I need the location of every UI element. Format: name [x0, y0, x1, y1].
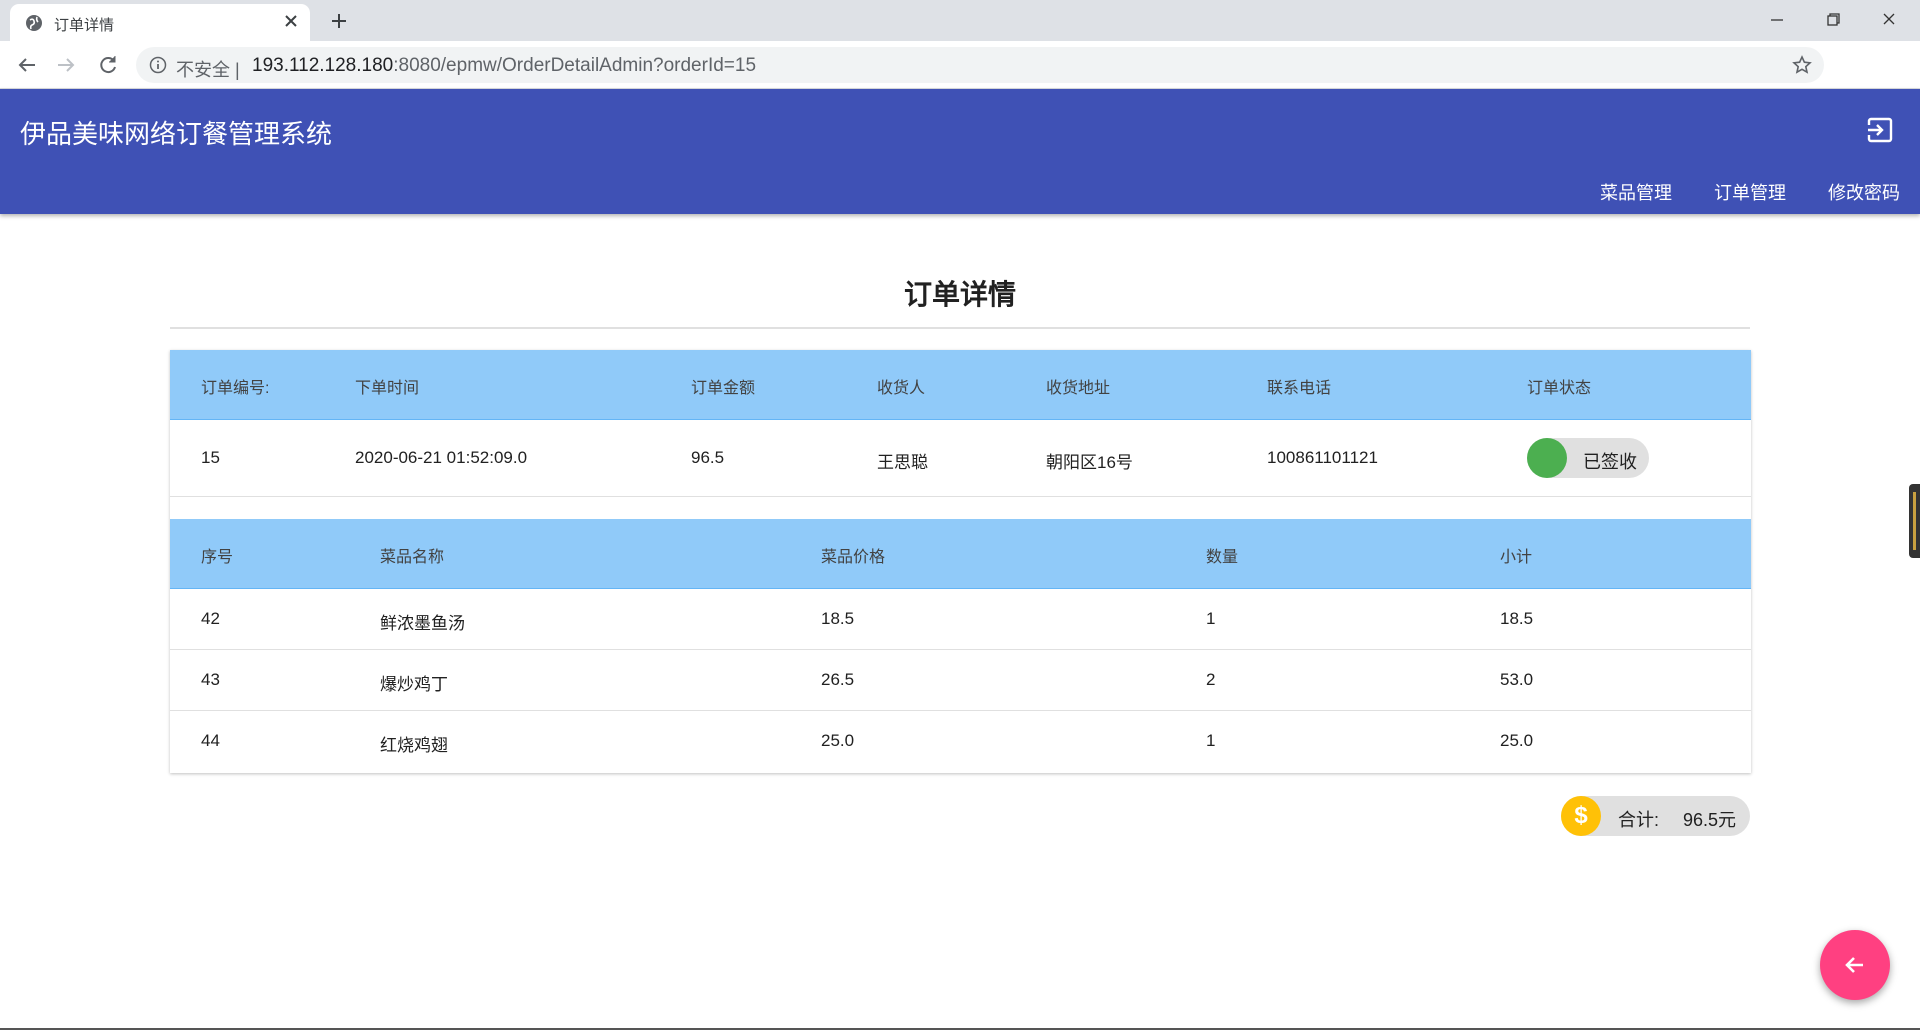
total-badge: $ 合计: 96.5元 — [1561, 796, 1750, 836]
item-subtotal: 25.0 — [1500, 731, 1534, 750]
restore-icon[interactable] — [1810, 6, 1856, 34]
order-amount: 96.5 — [691, 448, 725, 467]
browser-toolbar: 不安全 | 193.112.128.180:8080/epmw/OrderDet… — [0, 41, 1920, 118]
main-nav: 菜品管理 订单管理 修改密码 — [1558, 179, 1900, 205]
item-qty: 1 — [1206, 731, 1216, 750]
forward-arrow-icon[interactable] — [52, 51, 80, 79]
title-divider — [170, 327, 1750, 329]
order-table-header: 订单编号: 下单时间 订单金额 收货人 收货地址 联系电话 订单状态 — [170, 350, 1751, 420]
back-button[interactable] — [1820, 930, 1890, 1000]
browser-tab[interactable]: 订单详情 — [10, 4, 310, 41]
nav-change-password[interactable]: 修改密码 — [1828, 179, 1900, 205]
address-bar[interactable]: 不安全 | 193.112.128.180:8080/epmw/OrderDet… — [136, 47, 1824, 83]
table-row: 44 红烧鸡翅 25.0 1 25.0 — [170, 711, 1751, 773]
order-address: 朝阳区16号 — [1046, 453, 1133, 472]
page-title: 订单详情 — [903, 279, 1016, 310]
globe-icon — [26, 15, 42, 31]
order-id: 15 — [201, 448, 220, 467]
item-seq: 42 — [201, 609, 220, 628]
tab-close-icon[interactable] — [280, 10, 302, 32]
item-name: 爆炒鸡丁 — [380, 675, 448, 694]
item-subtotal: 53.0 — [1500, 670, 1534, 689]
app-header: 伊品美味网络订餐管理系统 菜品管理 订单管理 修改密码 — [0, 89, 1920, 214]
col-order-id: 订单编号: — [201, 380, 270, 397]
item-seq: 44 — [201, 731, 220, 750]
order-detail-card: 订单编号: 下单时间 订单金额 收货人 收货地址 联系电话 订单状态 15 20… — [170, 350, 1751, 773]
col-order-amount: 订单金额 — [691, 380, 756, 397]
status-dot-icon — [1527, 438, 1567, 478]
col-item-qty: 数量 — [1206, 549, 1239, 566]
status-badge: 已签收 — [1527, 438, 1649, 478]
status-label: 已签收 — [1583, 452, 1637, 472]
order-time: 2020-06-21 01:52:09.0 — [355, 448, 528, 467]
reload-icon[interactable] — [94, 51, 122, 79]
dollar-coin-icon: $ — [1561, 796, 1601, 836]
order-receiver: 王思聪 — [877, 453, 928, 472]
url-host: 193.112.128.180 — [252, 55, 394, 76]
logout-icon[interactable] — [1866, 116, 1894, 144]
total-value: 96.5元 — [1683, 810, 1737, 830]
col-item-name: 菜品名称 — [380, 549, 445, 566]
nav-dish-management[interactable]: 菜品管理 — [1600, 179, 1672, 205]
item-name: 鲜浓墨鱼汤 — [380, 614, 465, 633]
col-item-price: 菜品价格 — [821, 549, 886, 566]
item-qty: 2 — [1206, 670, 1216, 689]
item-price: 25.0 — [821, 731, 855, 750]
item-price: 18.5 — [821, 609, 855, 628]
item-seq: 43 — [201, 670, 220, 689]
browser-tab-strip: 订单详情 — [0, 0, 1920, 41]
url-text[interactable]: 193.112.128.180:8080/epmw/OrderDetailAdm… — [252, 55, 756, 77]
app-title: 伊品美味网络订餐管理系统 — [20, 119, 333, 149]
window-close-icon[interactable] — [1866, 6, 1912, 34]
order-row: 15 2020-06-21 01:52:09.0 96.5 王思聪 朝阳区16号… — [170, 420, 1751, 497]
col-phone: 联系电话 — [1267, 380, 1332, 397]
col-item-seq: 序号 — [201, 549, 234, 566]
side-drawer-handle[interactable] — [1909, 484, 1920, 558]
item-name: 红烧鸡翅 — [380, 736, 448, 755]
item-subtotal: 18.5 — [1500, 609, 1534, 628]
minimize-icon[interactable] — [1754, 6, 1800, 34]
back-arrow-icon[interactable] — [13, 51, 41, 79]
col-receiver: 收货人 — [877, 380, 926, 397]
new-tab-plus-icon[interactable] — [325, 7, 353, 35]
col-order-time: 下单时间 — [355, 380, 420, 397]
item-price: 26.5 — [821, 670, 855, 689]
star-icon[interactable] — [1792, 55, 1812, 75]
url-path: :8080/epmw/OrderDetailAdmin?orderId=15 — [393, 55, 757, 76]
order-phone: 100861101121 — [1267, 448, 1378, 467]
col-address: 收货地址 — [1046, 380, 1111, 397]
table-row: 42 鲜浓墨鱼汤 18.5 1 18.5 — [170, 589, 1751, 650]
insecure-label: 不安全 | — [176, 60, 240, 80]
info-icon[interactable] — [149, 56, 167, 74]
item-qty: 1 — [1206, 609, 1216, 628]
total-label: 合计: — [1618, 810, 1660, 830]
nav-order-management[interactable]: 订单管理 — [1714, 179, 1786, 205]
col-item-subtotal: 小计 — [1500, 549, 1533, 566]
items-table-header: 序号 菜品名称 菜品价格 数量 小计 — [170, 519, 1751, 589]
arrow-left-icon — [1845, 957, 1863, 973]
col-status: 订单状态 — [1527, 380, 1592, 397]
table-row: 43 爆炒鸡丁 26.5 2 53.0 — [170, 650, 1751, 711]
tab-title: 订单详情 — [54, 17, 115, 34]
